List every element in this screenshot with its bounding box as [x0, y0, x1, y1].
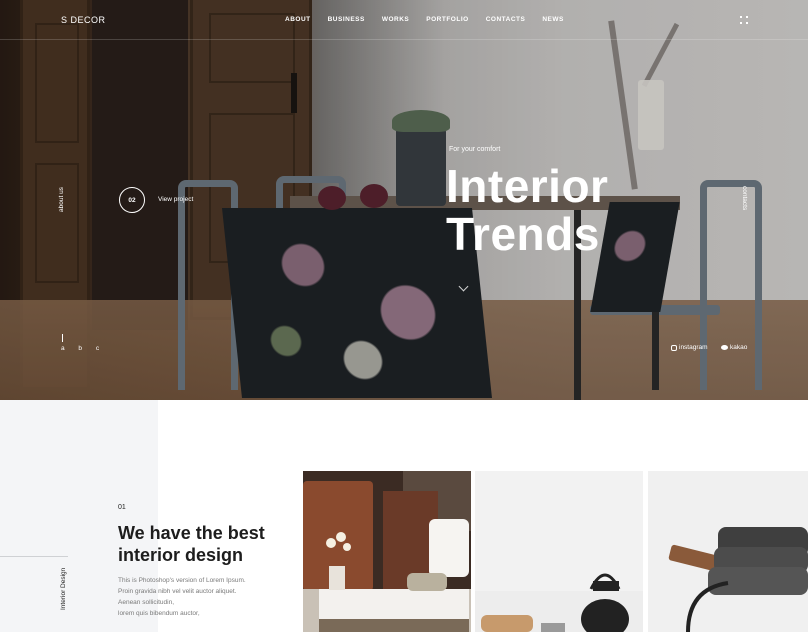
divider [0, 556, 68, 557]
section-number: 01 [118, 504, 126, 511]
body-line: lorem quis bibendum auctor, [118, 610, 200, 617]
bench-image [648, 471, 808, 632]
body-line: This is Photoshop's version of Lorem Ips… [118, 577, 246, 584]
section-title-line: We have the best [118, 523, 265, 543]
gallery-photo-sofa[interactable] [303, 471, 471, 632]
social-instagram[interactable]: instagram [671, 344, 708, 351]
slide-counter[interactable]: 02 [119, 187, 145, 213]
social-label: kakao [730, 344, 748, 351]
nav-about[interactable]: ABOUT [285, 16, 311, 23]
body-line: Aenean sollicitudin, [118, 599, 175, 606]
hero-title: Interior Trends [446, 162, 608, 258]
hero-section: S DECOR ABOUT BUSINESS WORKS PORTFOLIO C… [0, 0, 808, 400]
side-link-about[interactable]: about us [58, 172, 65, 212]
nav-news[interactable]: NEWS [542, 16, 564, 23]
top-navigation: S DECOR ABOUT BUSINESS WORKS PORTFOLIO C… [0, 0, 808, 40]
section-title: We have the best interior design [118, 522, 265, 566]
hero-eyebrow: For your comfort [449, 146, 501, 153]
instagram-icon [671, 344, 677, 351]
sofa-image [303, 471, 471, 632]
view-project-link[interactable]: View project [158, 196, 193, 203]
nav-works[interactable]: WORKS [382, 16, 409, 23]
hero-title-line: Interior [446, 160, 609, 212]
social-kakao[interactable]: kakao [721, 344, 747, 351]
nav-portfolio[interactable]: PORTFOLIO [426, 16, 468, 23]
section-title-line: interior design [118, 545, 244, 565]
body-line: Proin gravida nibh vel velit auctor aliq… [118, 588, 237, 595]
divider [62, 334, 63, 342]
main-nav: ABOUT BUSINESS WORKS PORTFOLIO CONTACTS … [285, 16, 581, 23]
grid-dots-icon[interactable] [740, 16, 748, 24]
section-body: This is Photoshop's version of Lorem Ips… [118, 575, 278, 619]
abc-label: a b c [61, 345, 106, 352]
side-link-contacts[interactable]: contacts [741, 186, 748, 226]
site-logo[interactable]: S DECOR [61, 15, 106, 25]
nav-business[interactable]: BUSINESS [328, 16, 365, 23]
section-vertical-label: Interior Design [60, 567, 67, 610]
hero-title-line: Trends [446, 208, 600, 260]
nav-contacts[interactable]: CONTACTS [486, 16, 526, 23]
kettle-image [475, 471, 643, 632]
gallery-photo-bench[interactable] [648, 471, 808, 632]
gallery-photo-kettle[interactable] [475, 471, 643, 632]
kakao-bubble-icon [721, 345, 728, 350]
social-label: instagram [679, 344, 708, 351]
